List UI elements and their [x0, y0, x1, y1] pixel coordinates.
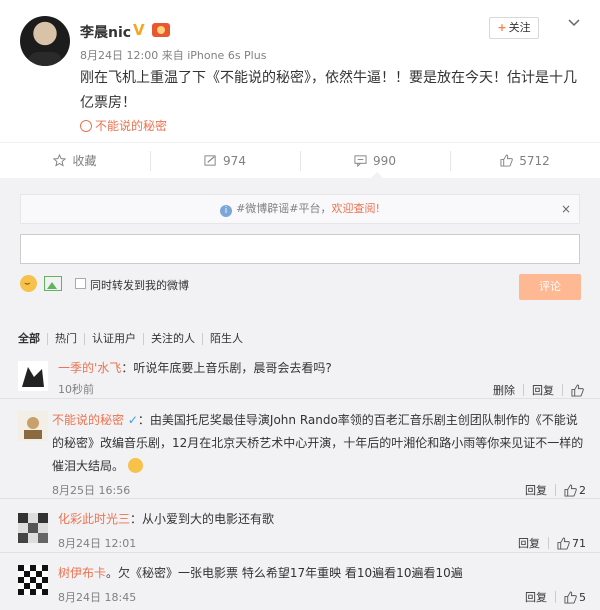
commenter-name[interactable]: 化彩此时光三 — [58, 512, 130, 526]
topic-icon — [80, 120, 92, 132]
user-avatar[interactable] — [20, 16, 70, 66]
comment-text: 化彩此时光三：从小爱到大的电影还有歌 — [58, 508, 578, 531]
filter-all[interactable]: 全部 — [18, 333, 47, 345]
comment-count: 990 — [373, 153, 396, 168]
favorite-label: 收藏 — [72, 154, 97, 168]
comment-like-count: 5 — [579, 590, 586, 604]
wink-emoji-icon — [127, 458, 143, 473]
comment-text: 一季的'水飞：听说年底要上音乐剧，晨哥会去看吗? — [58, 357, 578, 380]
comment-item: 一季的'水飞：听说年底要上音乐剧，晨哥会去看吗? 10秒前 删除 回复 — [0, 355, 600, 399]
emoji-icon[interactable] — [20, 275, 37, 292]
follow-plus-icon: + — [497, 21, 507, 34]
comment-body: ：从小爱到大的电影还有歌 — [130, 512, 275, 526]
thumbs-up-icon — [564, 590, 577, 604]
comment-body: 。欠《秘密》一张电影票 特么希望17年重映 看10遍看10遍看10遍 — [106, 566, 463, 580]
image-icon[interactable] — [44, 276, 62, 291]
star-icon — [53, 154, 67, 167]
commenter-avatar[interactable] — [18, 361, 48, 391]
topic-link[interactable]: 不能说的秘密 — [80, 117, 167, 134]
thumbs-up-icon — [557, 536, 570, 550]
comment-item: 不能说的秘密 ✓：由美国托尼奖最佳导演John Rando率领的百老汇音乐剧主创… — [0, 405, 600, 499]
follow-label: 关注 — [508, 21, 531, 34]
commenter-name[interactable]: 一季的'水飞 — [58, 361, 121, 375]
post-text: 刚在飞机上重温了下《不能说的秘密》，依然牛逼！！要是放在今天！估计是十几亿票房！ — [80, 70, 577, 111]
comment-text: 树伊布卡。欠《秘密》一张电影票 特么希望17年重映 看10遍看10遍看10遍 — [58, 562, 578, 585]
repost-count: 974 — [223, 153, 246, 168]
verified-v-icon: V — [133, 21, 145, 39]
comment-item: 树伊布卡。欠《秘密》一张电影票 特么希望17年重映 看10遍看10遍看10遍 8… — [0, 559, 600, 610]
reply-button[interactable]: 回复 — [525, 589, 547, 605]
repost-checkbox[interactable] — [75, 278, 86, 289]
post-meta: 8月24日 12:00 来自 iPhone 6s Plus — [80, 47, 266, 63]
commenter-avatar[interactable] — [18, 513, 48, 543]
filter-hot[interactable]: 热门 — [47, 333, 84, 345]
submit-comment-button[interactable]: 评论 — [519, 274, 581, 300]
composer-toolbar: 同时转发到我的微博 评论 — [20, 274, 581, 300]
close-icon[interactable]: × — [561, 195, 571, 223]
post-source: 来自 iPhone 6s Plus — [161, 49, 267, 62]
comments-panel: i#微博辟谣#平台，欢迎查阅! × 同时转发到我的微博 评论 全部 热门 认证用… — [0, 178, 600, 610]
thumbs-up-icon — [500, 154, 513, 167]
like-count: 5712 — [519, 153, 550, 168]
comment-time: 8月24日 12:01 — [58, 537, 137, 550]
commenter-name[interactable]: 树伊布卡 — [58, 566, 106, 580]
post-actions-bar: 收藏 974 990 5712 — [0, 142, 600, 178]
commenter-avatar[interactable] — [18, 411, 48, 441]
comment-actions: 回复 5 — [525, 589, 586, 605]
comment-input[interactable] — [20, 234, 580, 264]
comment-like-count: 2 — [579, 483, 586, 497]
thumbs-up-icon — [571, 383, 584, 397]
comment-like-button[interactable]: 5 — [564, 591, 586, 604]
comment-like-button[interactable]: 2 — [564, 484, 586, 497]
comment-body: ：听说年底要上音乐剧，晨哥会去看吗? — [121, 361, 332, 375]
comment-text: 不能说的秘密 ✓：由美国托尼奖最佳导演John Rando率领的百老汇音乐剧主创… — [52, 409, 584, 478]
weibo-post-card: 李晨nic V 8月24日 12:00 来自 iPhone 6s Plus + 关… — [0, 0, 600, 179]
comment-like-button[interactable]: 71 — [557, 537, 586, 550]
rumor-notice: i #微博辟谣#平台，欢迎查阅! × — [20, 194, 580, 224]
notice-text: #微博辟谣#平台， — [236, 202, 332, 215]
thumbs-up-icon — [564, 483, 577, 497]
comment-item: 化彩此时光三：从小爱到大的电影还有歌 8月24日 12:01 回复 71 — [0, 505, 600, 553]
comment-time: 10秒前 — [58, 383, 94, 396]
notice-link[interactable]: 欢迎查阅! — [332, 202, 380, 215]
reply-button[interactable]: 回复 — [518, 535, 540, 551]
post-date[interactable]: 8月24日 12:00 — [80, 49, 158, 62]
comment-actions: 回复 71 — [518, 535, 586, 551]
filter-strangers[interactable]: 陌生人 — [202, 333, 250, 345]
verified-icon: ✓ — [127, 413, 138, 427]
comment-like-button[interactable] — [571, 383, 586, 397]
follow-button[interactable]: + 关注 — [489, 17, 539, 39]
comment-actions: 回复 2 — [525, 482, 586, 498]
favorite-button[interactable]: 收藏 — [0, 143, 150, 178]
member-medal-icon — [152, 23, 170, 37]
filter-verified[interactable]: 认证用户 — [84, 333, 143, 345]
like-button[interactable]: 5712 — [450, 143, 600, 178]
delete-button[interactable]: 删除 — [493, 382, 515, 398]
reply-button[interactable]: 回复 — [532, 382, 554, 398]
comment-time: 8月24日 18:45 — [58, 591, 137, 604]
chevron-down-icon[interactable] — [568, 17, 580, 29]
commenter-name[interactable]: 不能说的秘密 — [52, 413, 124, 427]
repost-icon — [204, 155, 216, 166]
topic-label: 不能说的秘密 — [95, 119, 168, 133]
info-icon: i — [220, 205, 233, 217]
comment-filter-tabs: 全部 热门 认证用户 关注的人 陌生人 — [18, 333, 250, 345]
comment-like-count: 71 — [572, 536, 586, 550]
commenter-avatar[interactable] — [18, 565, 48, 595]
repost-checkbox-label: 同时转发到我的微博 — [90, 279, 189, 292]
comment-actions: 删除 回复 — [493, 382, 586, 398]
reply-button[interactable]: 回复 — [525, 482, 547, 498]
filter-following[interactable]: 关注的人 — [143, 333, 202, 345]
comment-time: 8月25日 16:56 — [52, 484, 131, 497]
post-username[interactable]: 李晨nic — [80, 22, 131, 42]
repost-button[interactable]: 974 — [150, 143, 300, 178]
comment-icon — [354, 155, 367, 167]
